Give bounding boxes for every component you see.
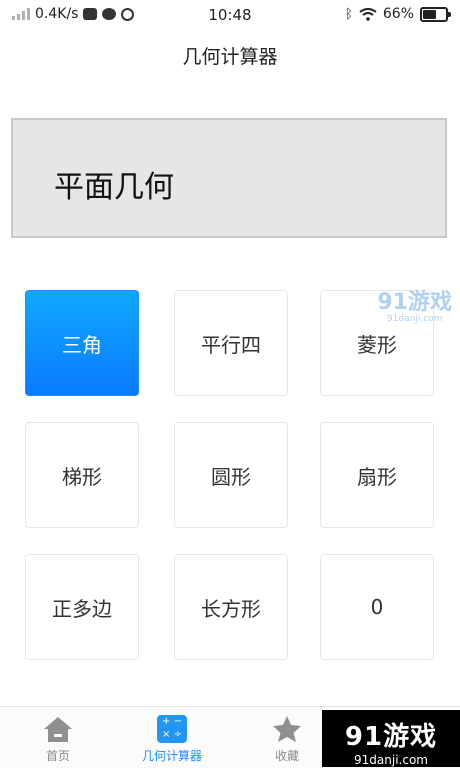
rectangle-button[interactable]: 长方形 (174, 554, 288, 660)
battery-percent: 66% (382, 6, 414, 22)
regular-polygon-button[interactable]: 正多边 (25, 554, 139, 660)
parallelogram-button[interactable]: 平行四 (174, 290, 288, 396)
home-icon (44, 717, 72, 742)
status-right: ᛒ 66% (345, 6, 451, 22)
watermark-top-text: 91游戏 (377, 290, 452, 315)
status-bar: 0.4K/s 10:48 ᛒ 66% (0, 0, 460, 30)
watermark-logo-bottom: 91游戏 91danji.com (322, 710, 460, 767)
zero-button[interactable]: 0 (320, 554, 434, 660)
calculator-icon: + − × ÷ (157, 715, 187, 743)
display-panel: 平面几何 (11, 118, 447, 238)
circle-button[interactable]: 圆形 (174, 422, 288, 528)
watermark-bottom-sub: 91danji.com (354, 753, 428, 767)
battery-icon (420, 6, 451, 22)
watermark-top-sub: 91danji.com (386, 314, 443, 324)
bluetooth-icon: ᛒ (345, 6, 353, 22)
page-title: 几何计算器 (182, 46, 278, 68)
watermark-logo-top: 91游戏 91danji.com (377, 292, 452, 324)
triangle-button[interactable]: 三角 (25, 290, 139, 396)
star-icon (273, 716, 301, 742)
shape-grid: 三角 平行四 菱形 梯形 圆形 扇形 正多边 长方形 0 (25, 290, 437, 662)
wifi-icon (359, 7, 377, 21)
trapezoid-button[interactable]: 梯形 (25, 422, 139, 528)
watermark-bottom-text: 91游戏 (344, 722, 438, 752)
display-text: 平面几何 (54, 170, 174, 205)
sector-button[interactable]: 扇形 (320, 422, 434, 528)
